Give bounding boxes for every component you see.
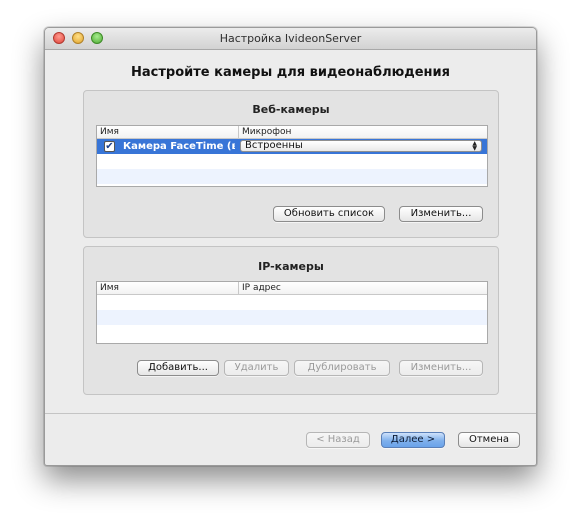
table-row-empty: [97, 310, 487, 325]
page-heading: Настройте камеры для видеонаблюдения: [131, 65, 450, 80]
next-button[interactable]: Далее >: [381, 432, 445, 448]
table-row-empty: [97, 295, 487, 310]
column-header-name[interactable]: Имя: [97, 126, 238, 138]
refresh-list-button[interactable]: Обновить список: [273, 206, 385, 222]
table-row-empty: [97, 154, 487, 169]
footer-divider: [45, 413, 536, 414]
table-row-empty: [97, 169, 487, 184]
delete-ipcam-button[interactable]: Удалить: [224, 360, 289, 376]
duplicate-ipcam-button[interactable]: Дублировать: [294, 360, 390, 376]
camera-name-cell: Камера FaceTime (в...: [123, 141, 235, 152]
camera-enabled-checkbox[interactable]: ✔: [104, 141, 115, 152]
column-header-name[interactable]: Имя: [97, 282, 238, 294]
ipcams-group-title: IP-камеры: [258, 260, 324, 273]
window-title: Настройка IvideonServer: [219, 32, 362, 45]
webcams-table[interactable]: Имя Микрофон ✔ Камера FaceTime (в... Вст…: [96, 125, 488, 187]
webcam-edit-button[interactable]: Изменить...: [399, 206, 483, 222]
cancel-button[interactable]: Отмена: [458, 432, 520, 448]
setup-window: Настройка IvideonServer Настройте камеры…: [44, 27, 537, 466]
table-row-empty: [97, 325, 487, 340]
column-header-ip-address[interactable]: IP адрес: [239, 282, 487, 294]
table-row[interactable]: ✔ Камера FaceTime (в... Встроенны ▲▼: [97, 139, 487, 154]
checkmark-icon: ✔: [105, 141, 114, 152]
ipcam-edit-button[interactable]: Изменить...: [399, 360, 483, 376]
ipcams-table-header: Имя IP адрес: [97, 282, 487, 295]
updown-arrows-icon: ▲ ▼: [472, 140, 477, 152]
back-button[interactable]: < Назад: [306, 432, 370, 448]
add-ipcam-button[interactable]: Добавить...: [137, 360, 219, 376]
title-bar[interactable]: Настройка IvideonServer: [45, 28, 536, 50]
webcams-group-title: Веб-камеры: [252, 103, 330, 116]
ipcams-group: IP-камеры Имя IP адрес Добавить... Удали…: [83, 246, 499, 395]
webcams-table-header: Имя Микрофон: [97, 126, 487, 139]
microphone-select-value: Встроенны: [245, 140, 303, 151]
column-header-microphone[interactable]: Микрофон: [239, 126, 487, 138]
ipcams-table[interactable]: Имя IP адрес: [96, 281, 488, 344]
webcams-group: Веб-камеры Имя Микрофон ✔ Камера FaceTim…: [83, 90, 499, 238]
microphone-select[interactable]: Встроенны ▲ ▼: [240, 140, 482, 152]
